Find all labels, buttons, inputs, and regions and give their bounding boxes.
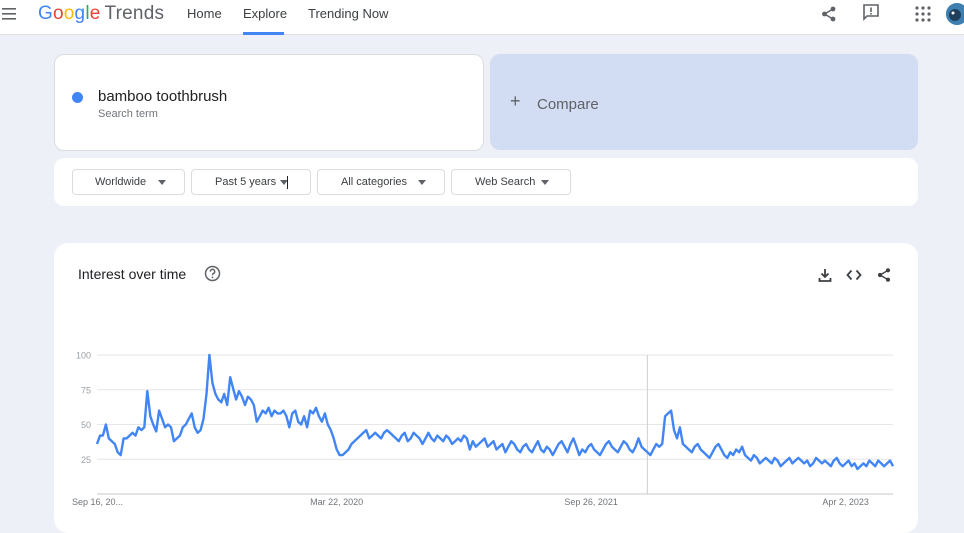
series-line-partial[interactable] bbox=[646, 409, 895, 471]
x-tick-label: Mar 22, 2020 bbox=[310, 497, 363, 507]
y-tick-label: 100 bbox=[76, 351, 91, 361]
x-tick-label: Sep 16, 20... bbox=[72, 497, 123, 507]
interest-chart[interactable]: 100 75 50 25 Sep 16, 20... Mar 22, 2020 Sep 2… bbox=[0, 0, 964, 519]
y-tick-label: 75 bbox=[81, 385, 91, 395]
x-tick-label: Sep 26, 2021 bbox=[564, 497, 618, 507]
x-tick-label: Apr 2, 2023 bbox=[822, 497, 869, 507]
series-line[interactable] bbox=[95, 353, 649, 457]
y-tick-label: 25 bbox=[81, 455, 91, 465]
y-tick-label: 50 bbox=[81, 420, 91, 430]
